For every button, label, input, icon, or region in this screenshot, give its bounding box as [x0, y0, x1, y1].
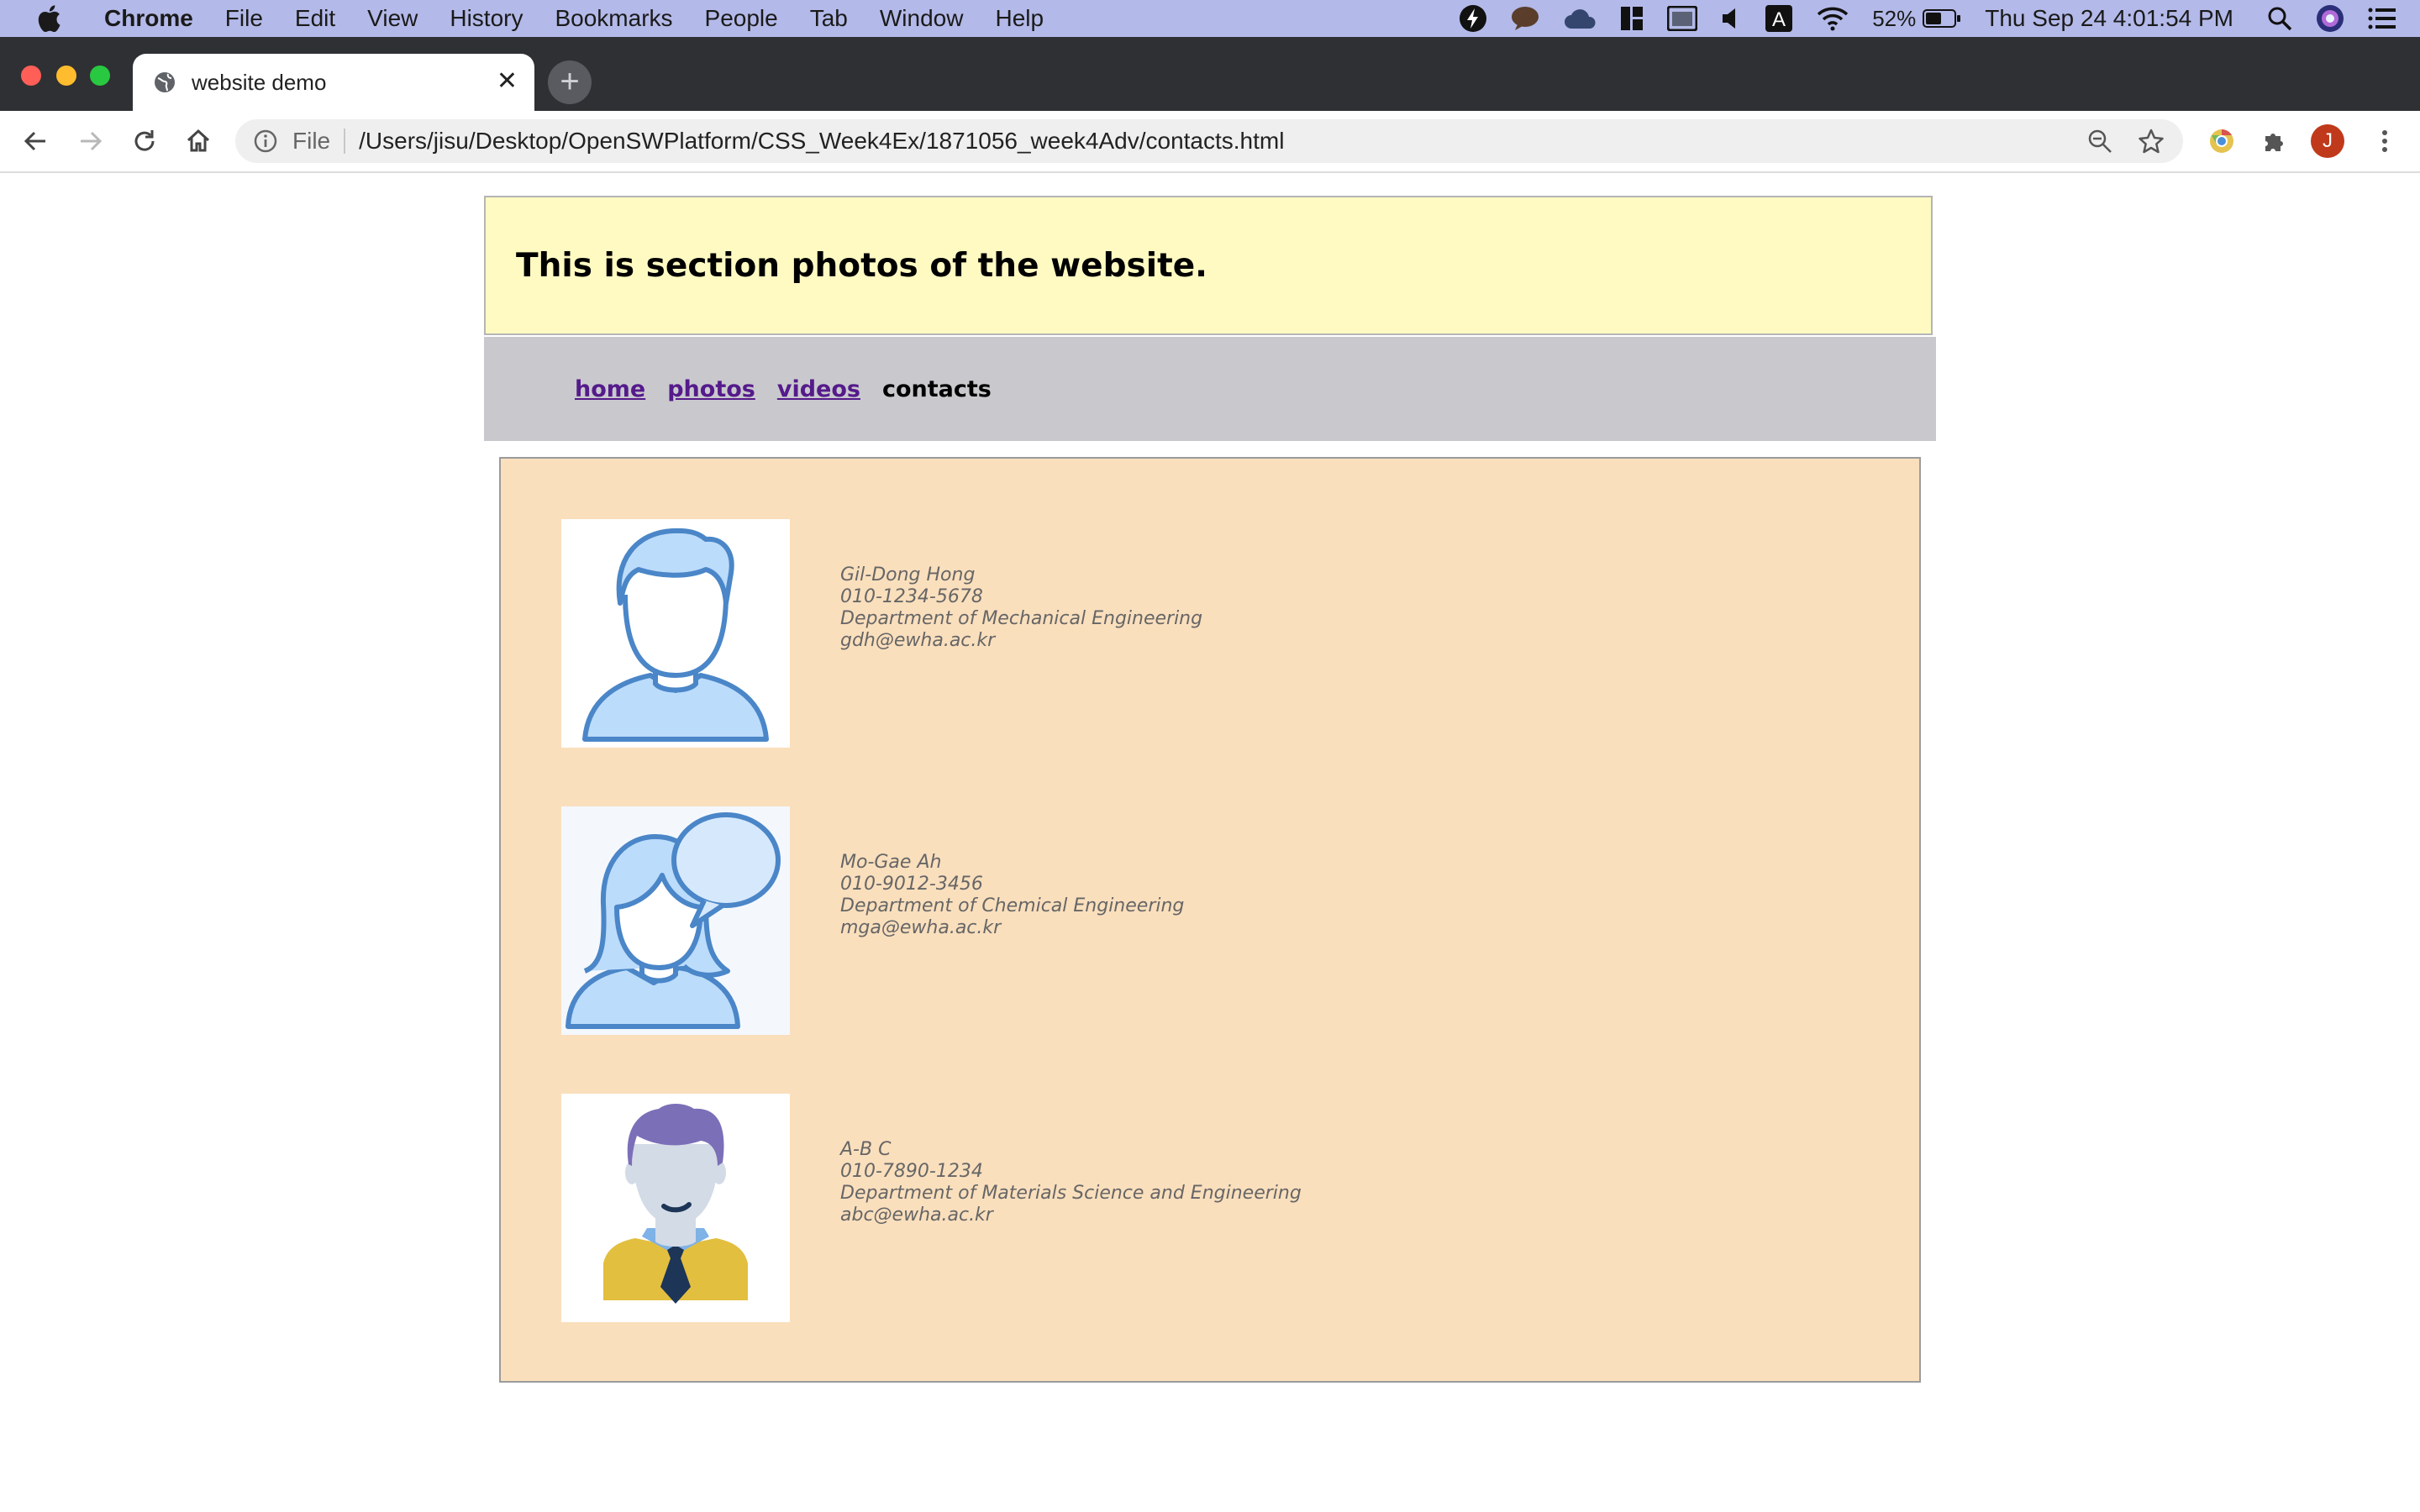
- female-user-chat-icon: [561, 806, 790, 1035]
- contact-phone: 010-7890-1234: [840, 1161, 983, 1182]
- window-close-button[interactable]: [21, 66, 41, 86]
- input-source-icon[interactable]: A: [1765, 4, 1793, 33]
- contact-email: gdh@ewha.ac.kr: [840, 630, 996, 651]
- contact-info: Gil-Dong Hong 010-1234-5678 Department o…: [840, 564, 1202, 652]
- globe-icon: [153, 71, 176, 94]
- nav-link-home[interactable]: home: [575, 376, 645, 402]
- profile-avatar[interactable]: J: [2311, 124, 2344, 158]
- contact-department: Department of Materials Science and Engi…: [840, 1183, 1302, 1204]
- menu-file[interactable]: File: [225, 5, 263, 32]
- cloud-icon[interactable]: [1563, 7, 1597, 30]
- menu-tab[interactable]: Tab: [810, 5, 848, 32]
- tab-strip: website demo ✕ +: [0, 37, 2420, 111]
- menu-view[interactable]: View: [367, 5, 418, 32]
- contact-card: Mo-Gae Ah 010-9012-3456 Department of Ch…: [561, 806, 1822, 1035]
- siri-icon[interactable]: [2316, 4, 2344, 33]
- wifi-icon[interactable]: [1817, 6, 1849, 31]
- kebab-menu-icon[interactable]: [2370, 126, 2400, 156]
- macos-menu-bar: Chrome File Edit View History Bookmarks …: [0, 0, 2420, 37]
- zoom-out-icon[interactable]: [2087, 129, 2112, 154]
- nav-item-contacts: contacts: [881, 375, 992, 402]
- contact-email: abc@ewha.ac.kr: [840, 1205, 993, 1226]
- nav-link-photos[interactable]: photos: [667, 376, 755, 402]
- back-arrow-icon[interactable]: [20, 126, 50, 156]
- battery-percent: 52%: [1872, 5, 1917, 31]
- svg-text:A: A: [1772, 8, 1786, 31]
- bookmark-star-icon[interactable]: [2138, 128, 2165, 155]
- address-bar[interactable]: File /Users/jisu/Desktop/OpenSWPlatform/…: [235, 119, 2183, 163]
- site-nav: home photos videos contacts: [484, 337, 1936, 441]
- url-text[interactable]: /Users/jisu/Desktop/OpenSWPlatform/CSS_W…: [359, 128, 1284, 155]
- contact-phone: 010-1234-5678: [840, 586, 983, 607]
- contact-card: A-B C 010-7890-1234 Department of Materi…: [561, 1094, 1822, 1322]
- menu-items: Chrome File Edit View History Bookmarks …: [69, 5, 1044, 32]
- contact-info: Mo-Gae Ah 010-9012-3456 Department of Ch…: [840, 852, 1184, 939]
- menu-app-chrome[interactable]: Chrome: [104, 5, 193, 32]
- apple-menu-icon[interactable]: [29, 4, 69, 33]
- contact-department: Department of Chemical Engineering: [840, 895, 1185, 916]
- contact-email: mga@ewha.ac.kr: [840, 917, 1002, 938]
- close-tab-icon[interactable]: ✕: [497, 69, 518, 94]
- extensions-puzzle-icon[interactable]: [2259, 126, 2289, 156]
- window-zoom-button[interactable]: [90, 66, 110, 86]
- contact-info: A-B C 010-7890-1234 Department of Materi…: [840, 1139, 1302, 1226]
- info-icon[interactable]: [254, 129, 277, 153]
- browser-toolbar: File /Users/jisu/Desktop/OpenSWPlatform/…: [0, 111, 2420, 173]
- chrome-extension-icon[interactable]: [2207, 126, 2237, 156]
- menu-people[interactable]: People: [705, 5, 778, 32]
- nav-link-videos[interactable]: videos: [777, 376, 860, 402]
- menu-window[interactable]: Window: [880, 5, 964, 32]
- male-user-icon: [561, 519, 790, 748]
- reload-icon[interactable]: [129, 126, 160, 156]
- contact-card: Gil-Dong Hong 010-1234-5678 Department o…: [561, 519, 1822, 748]
- spotlight-search-icon[interactable]: [2267, 6, 2292, 31]
- contact-name: Gil-Dong Hong: [840, 564, 976, 585]
- home-icon[interactable]: [183, 126, 213, 156]
- notification-center-icon[interactable]: [2368, 7, 2396, 30]
- new-tab-button[interactable]: +: [548, 60, 592, 104]
- window-icon[interactable]: [1667, 6, 1698, 31]
- contact-department: Department of Mechanical Engineering: [840, 608, 1203, 629]
- browser-tab[interactable]: website demo ✕: [133, 54, 534, 111]
- chat-bubble-icon[interactable]: [1511, 6, 1539, 31]
- menubar-clock[interactable]: Thu Sep 24 4:01:54 PM: [1985, 5, 2233, 32]
- url-scheme-label: File: [292, 128, 331, 154]
- menu-history[interactable]: History: [450, 5, 523, 32]
- status-area: A 52% Thu Sep 24 4:01:54 PM: [1435, 0, 2396, 37]
- menu-help[interactable]: Help: [995, 5, 1044, 32]
- menu-edit[interactable]: Edit: [295, 5, 335, 32]
- tab-title: website demo: [192, 69, 327, 95]
- page-header: This is section photos of the website.: [484, 196, 1933, 335]
- contacts-section: Gil-Dong Hong 010-1234-5678 Department o…: [499, 457, 1921, 1383]
- contact-phone: 010-9012-3456: [840, 874, 983, 895]
- volume-icon[interactable]: [1721, 7, 1741, 30]
- forward-arrow-icon[interactable]: [76, 126, 106, 156]
- dashboard-icon[interactable]: [1620, 6, 1644, 31]
- url-separator: [344, 129, 346, 154]
- businessman-icon: [561, 1094, 790, 1322]
- menu-bookmarks[interactable]: Bookmarks: [555, 5, 672, 32]
- battery-icon[interactable]: [1923, 8, 1961, 29]
- window-minimize-button[interactable]: [56, 66, 76, 86]
- contact-name: Mo-Gae Ah: [840, 852, 942, 873]
- bolt-icon[interactable]: [1459, 4, 1487, 33]
- contact-name: A-B C: [840, 1139, 892, 1160]
- page-title: This is section photos of the website.: [516, 246, 1207, 285]
